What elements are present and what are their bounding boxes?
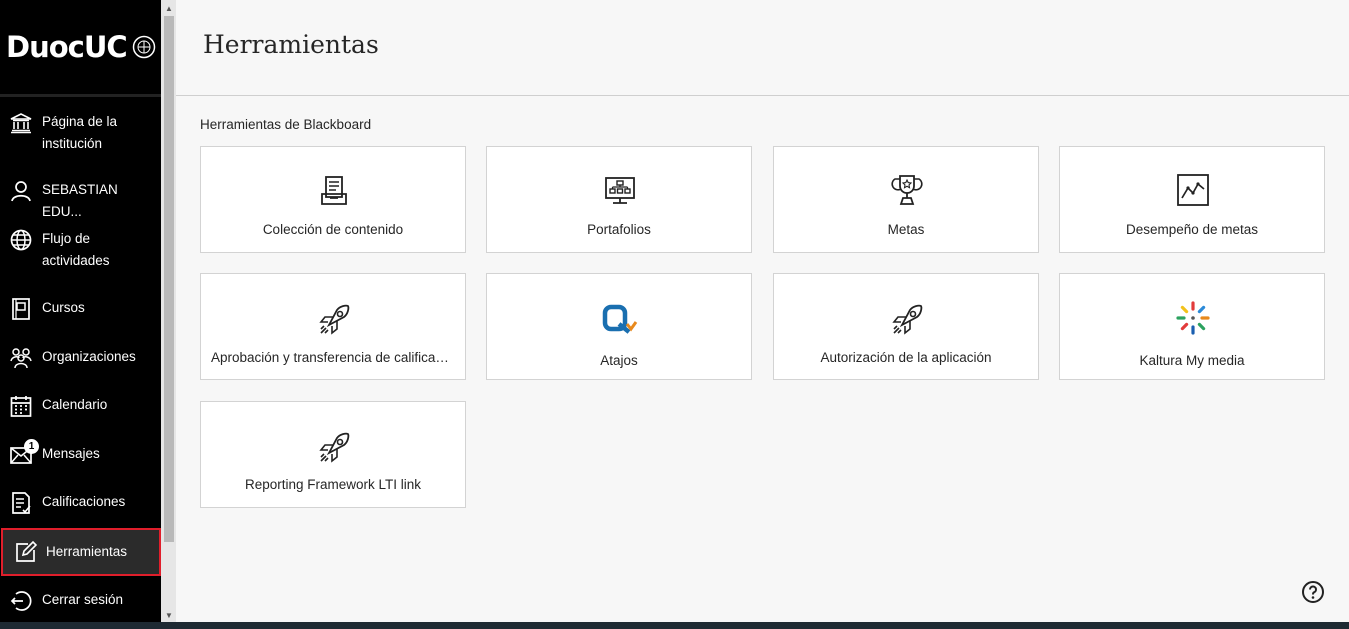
kaltura-icon (1176, 301, 1210, 335)
grades-icon (12, 492, 31, 514)
globe-icon (10, 229, 32, 251)
atajos-icon (602, 304, 638, 334)
logout-icon (10, 591, 32, 611)
organizations-icon (10, 348, 32, 369)
tool-card-app-authorization[interactable]: Autorización de la aplicación (773, 273, 1039, 380)
sidebar-item-label: Cerrar sesión (42, 592, 124, 607)
tool-card-label: Metas (887, 222, 925, 237)
scroll-up-arrow-icon[interactable]: ▲ (164, 4, 174, 14)
sidebar-item-institution[interactable]: Página de la institución (0, 111, 161, 155)
sidebar-item-activity-stream[interactable]: Flujo de actividades (0, 228, 161, 272)
sidebar-divider (0, 94, 161, 97)
sidebar-item-grades[interactable]: Calificaciones (0, 491, 161, 515)
tool-card-content-collection[interactable]: Colección de contenido (200, 146, 466, 253)
sidebar-item-calendar[interactable]: Calendario (0, 394, 161, 418)
sidebar-item-courses[interactable]: Cursos (0, 297, 161, 321)
page-title: Herramientas (203, 30, 379, 59)
sidebar-item-tools[interactable]: Herramientas (1, 528, 161, 576)
scrollbar-thumb[interactable] (164, 16, 174, 542)
tool-card-goal-performance[interactable]: Desempeño de metas (1059, 146, 1325, 253)
tool-card-reporting-framework[interactable]: Reporting Framework LTI link (200, 401, 466, 508)
rocket-icon (892, 304, 923, 335)
tool-card-kaltura[interactable]: Kaltura My media (1059, 273, 1325, 380)
sidebar-item-label: Cursos (42, 300, 85, 315)
rocket-icon (319, 432, 350, 463)
header-divider (176, 95, 1349, 96)
sidebar-item-organizations[interactable]: Organizaciones (0, 346, 161, 370)
user-icon (11, 181, 31, 202)
taskbar-strip (0, 622, 1349, 629)
scroll-down-arrow-icon[interactable]: ▼ (164, 611, 174, 621)
institution-icon (10, 113, 32, 134)
seal-icon (132, 35, 156, 59)
sidebar-item-messages[interactable]: 1 Mensajes (0, 439, 161, 467)
calendar-icon (10, 396, 32, 417)
sidebar-item-label: actividades (42, 253, 110, 268)
sidebar-item-label: Flujo de (42, 231, 91, 246)
tools-edit-icon (16, 540, 38, 562)
duoc-logo[interactable]: DuocUC (6, 30, 128, 64)
sidebar-item-label: Mensajes (42, 446, 100, 461)
rocket-icon (319, 304, 350, 335)
tool-card-label: Reporting Framework LTI link (244, 477, 422, 492)
tool-card-label: Aprobación y transferencia de calificaci… (211, 350, 457, 365)
tool-card-grade-approval[interactable]: Aprobación y transferencia de calificaci… (200, 273, 466, 380)
tool-card-label: Autorización de la aplicación (820, 350, 992, 365)
tool-card-label: Kaltura My media (1139, 353, 1245, 368)
tool-card-label: Atajos (600, 353, 638, 368)
portfolio-icon (605, 177, 635, 204)
tool-card-label: Portafolios (587, 222, 651, 237)
sidebar-item-user[interactable]: SEBASTIAN EDU... (0, 179, 161, 219)
sidebar-item-label: institución (42, 136, 103, 151)
sidebar-item-label: Página de la (42, 114, 118, 129)
sidebar-item-logout[interactable]: Cerrar sesión (0, 589, 161, 613)
courses-icon (12, 298, 30, 320)
section-title: Herramientas de Blackboard (200, 117, 372, 132)
sidebar: DuocUC Página de la institución SEBASTIA… (0, 0, 161, 629)
sidebar-item-label: Calendario (42, 397, 108, 412)
tool-card-portfolios[interactable]: Portafolios (486, 146, 752, 253)
tool-card-atajos[interactable]: Atajos (486, 273, 752, 380)
sidebar-item-label: Calificaciones (42, 494, 126, 509)
tool-card-label: Colección de contenido (262, 222, 404, 237)
sidebar-item-label: Herramientas (46, 544, 128, 559)
goal-performance-icon (1177, 174, 1209, 206)
tool-card-goals[interactable]: Metas (773, 146, 1039, 253)
tool-card-label: Desempeño de metas (1125, 222, 1259, 237)
help-icon[interactable] (1301, 580, 1325, 604)
content-collection-icon (321, 176, 347, 205)
sidebar-item-label: Organizaciones (42, 349, 136, 364)
main-content: Herramientas Herramientas de Blackboard … (176, 0, 1349, 629)
messages-badge: 1 (24, 439, 39, 454)
trophy-icon (891, 175, 923, 205)
sidebar-item-label: SEBASTIAN EDU... (42, 182, 118, 219)
